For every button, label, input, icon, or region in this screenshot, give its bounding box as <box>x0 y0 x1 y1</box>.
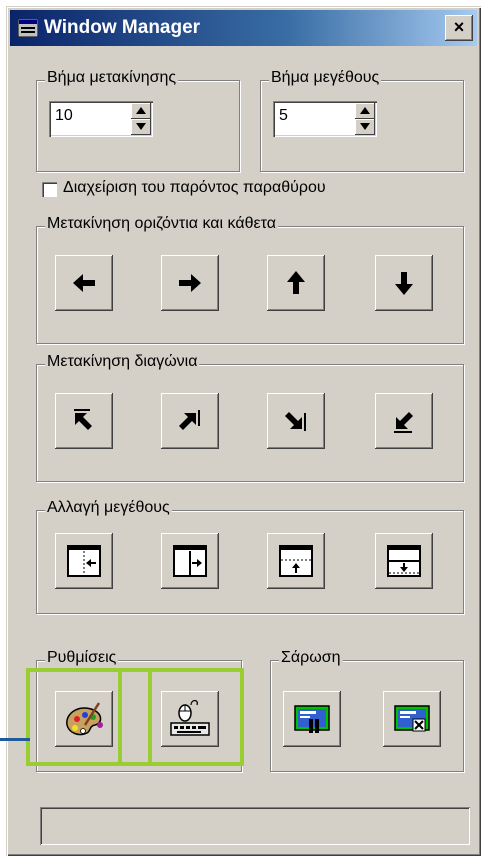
arrow-down-right-icon <box>285 412 306 431</box>
move-left-button[interactable] <box>55 255 113 311</box>
move-up-button[interactable] <box>267 255 325 311</box>
arrow-up-left-icon <box>74 409 92 430</box>
move-up-right-button[interactable] <box>161 393 219 449</box>
settings-legend: Ρυθμίσεις <box>45 649 119 667</box>
move-step-legend: Βήμα μετακίνησης <box>45 69 179 87</box>
close-button[interactable]: × <box>445 15 473 41</box>
size-step-up-button[interactable] <box>355 103 375 119</box>
chevron-up-icon <box>136 107 146 114</box>
manage-current-label[interactable]: Διαχείριση του παρόντος παραθύρου <box>63 179 326 197</box>
move-down-button[interactable] <box>375 255 433 311</box>
scan-pause-button[interactable] <box>283 691 341 747</box>
shrink-width-button[interactable] <box>55 533 113 589</box>
move-step-value[interactable]: 10 <box>55 107 73 125</box>
size-step-legend: Βήμα μεγέθους <box>269 69 382 87</box>
move-hv-legend: Μετακίνηση οριζόντια και κάθετα <box>45 215 278 233</box>
resize-group: Αλλαγή μεγέθους <box>36 499 464 614</box>
status-bar <box>40 807 470 845</box>
move-step-group: Βήμα μετακίνησης 10 <box>36 69 240 172</box>
move-hv-group: Μετακίνηση οριζόντια και κάθετα <box>36 215 464 344</box>
chevron-down-icon <box>360 123 370 130</box>
arrow-up-right-icon <box>179 410 200 430</box>
move-down-right-button[interactable] <box>267 393 325 449</box>
scan-legend: Σάρωση <box>279 649 343 667</box>
grow-width-button[interactable] <box>161 533 219 589</box>
arrow-down-icon <box>395 272 413 295</box>
shrink-height-icon <box>279 545 313 577</box>
move-step-down-button[interactable] <box>131 119 151 135</box>
size-step-group: Βήμα μεγέθους 5 <box>260 69 464 172</box>
scan-stop-icon <box>394 705 430 732</box>
move-up-left-button[interactable] <box>55 393 113 449</box>
move-right-button[interactable] <box>161 255 219 311</box>
shrink-width-icon <box>67 545 101 577</box>
grow-height-icon <box>387 545 421 577</box>
manage-current-checkbox[interactable] <box>42 182 57 197</box>
arrow-down-left-icon <box>394 412 413 433</box>
scan-stop-button[interactable] <box>383 691 441 747</box>
move-diagonal-group: Μετακίνηση διαγώνια <box>36 353 464 482</box>
size-step-value[interactable]: 5 <box>279 107 288 125</box>
scan-group: Σάρωση <box>270 649 464 772</box>
move-step-up-button[interactable] <box>131 103 151 119</box>
close-icon: × <box>453 17 465 37</box>
grow-height-button[interactable] <box>375 533 433 589</box>
arrow-up-icon <box>287 271 305 294</box>
grow-width-icon <box>173 545 207 577</box>
move-down-left-button[interactable] <box>375 393 433 449</box>
size-step-down-button[interactable] <box>355 119 375 135</box>
arrow-left-icon <box>73 274 95 292</box>
move-diagonal-legend: Μετακίνηση διαγώνια <box>45 353 200 371</box>
scan-pause-icon <box>294 705 330 733</box>
move-step-spinner[interactable]: 10 <box>49 101 153 137</box>
window-manager-icon <box>18 19 38 37</box>
arrow-right-icon <box>179 274 201 292</box>
shrink-height-button[interactable] <box>267 533 325 589</box>
callout-line <box>0 738 30 741</box>
chevron-up-icon <box>360 107 370 114</box>
title-bar[interactable]: Window Manager × <box>10 10 477 46</box>
window-title: Window Manager <box>44 17 201 38</box>
chevron-down-icon <box>136 123 146 130</box>
resize-legend: Αλλαγή μεγέθους <box>45 499 172 517</box>
size-step-spinner[interactable]: 5 <box>273 101 377 137</box>
highlight-box-keyboard <box>118 668 244 766</box>
